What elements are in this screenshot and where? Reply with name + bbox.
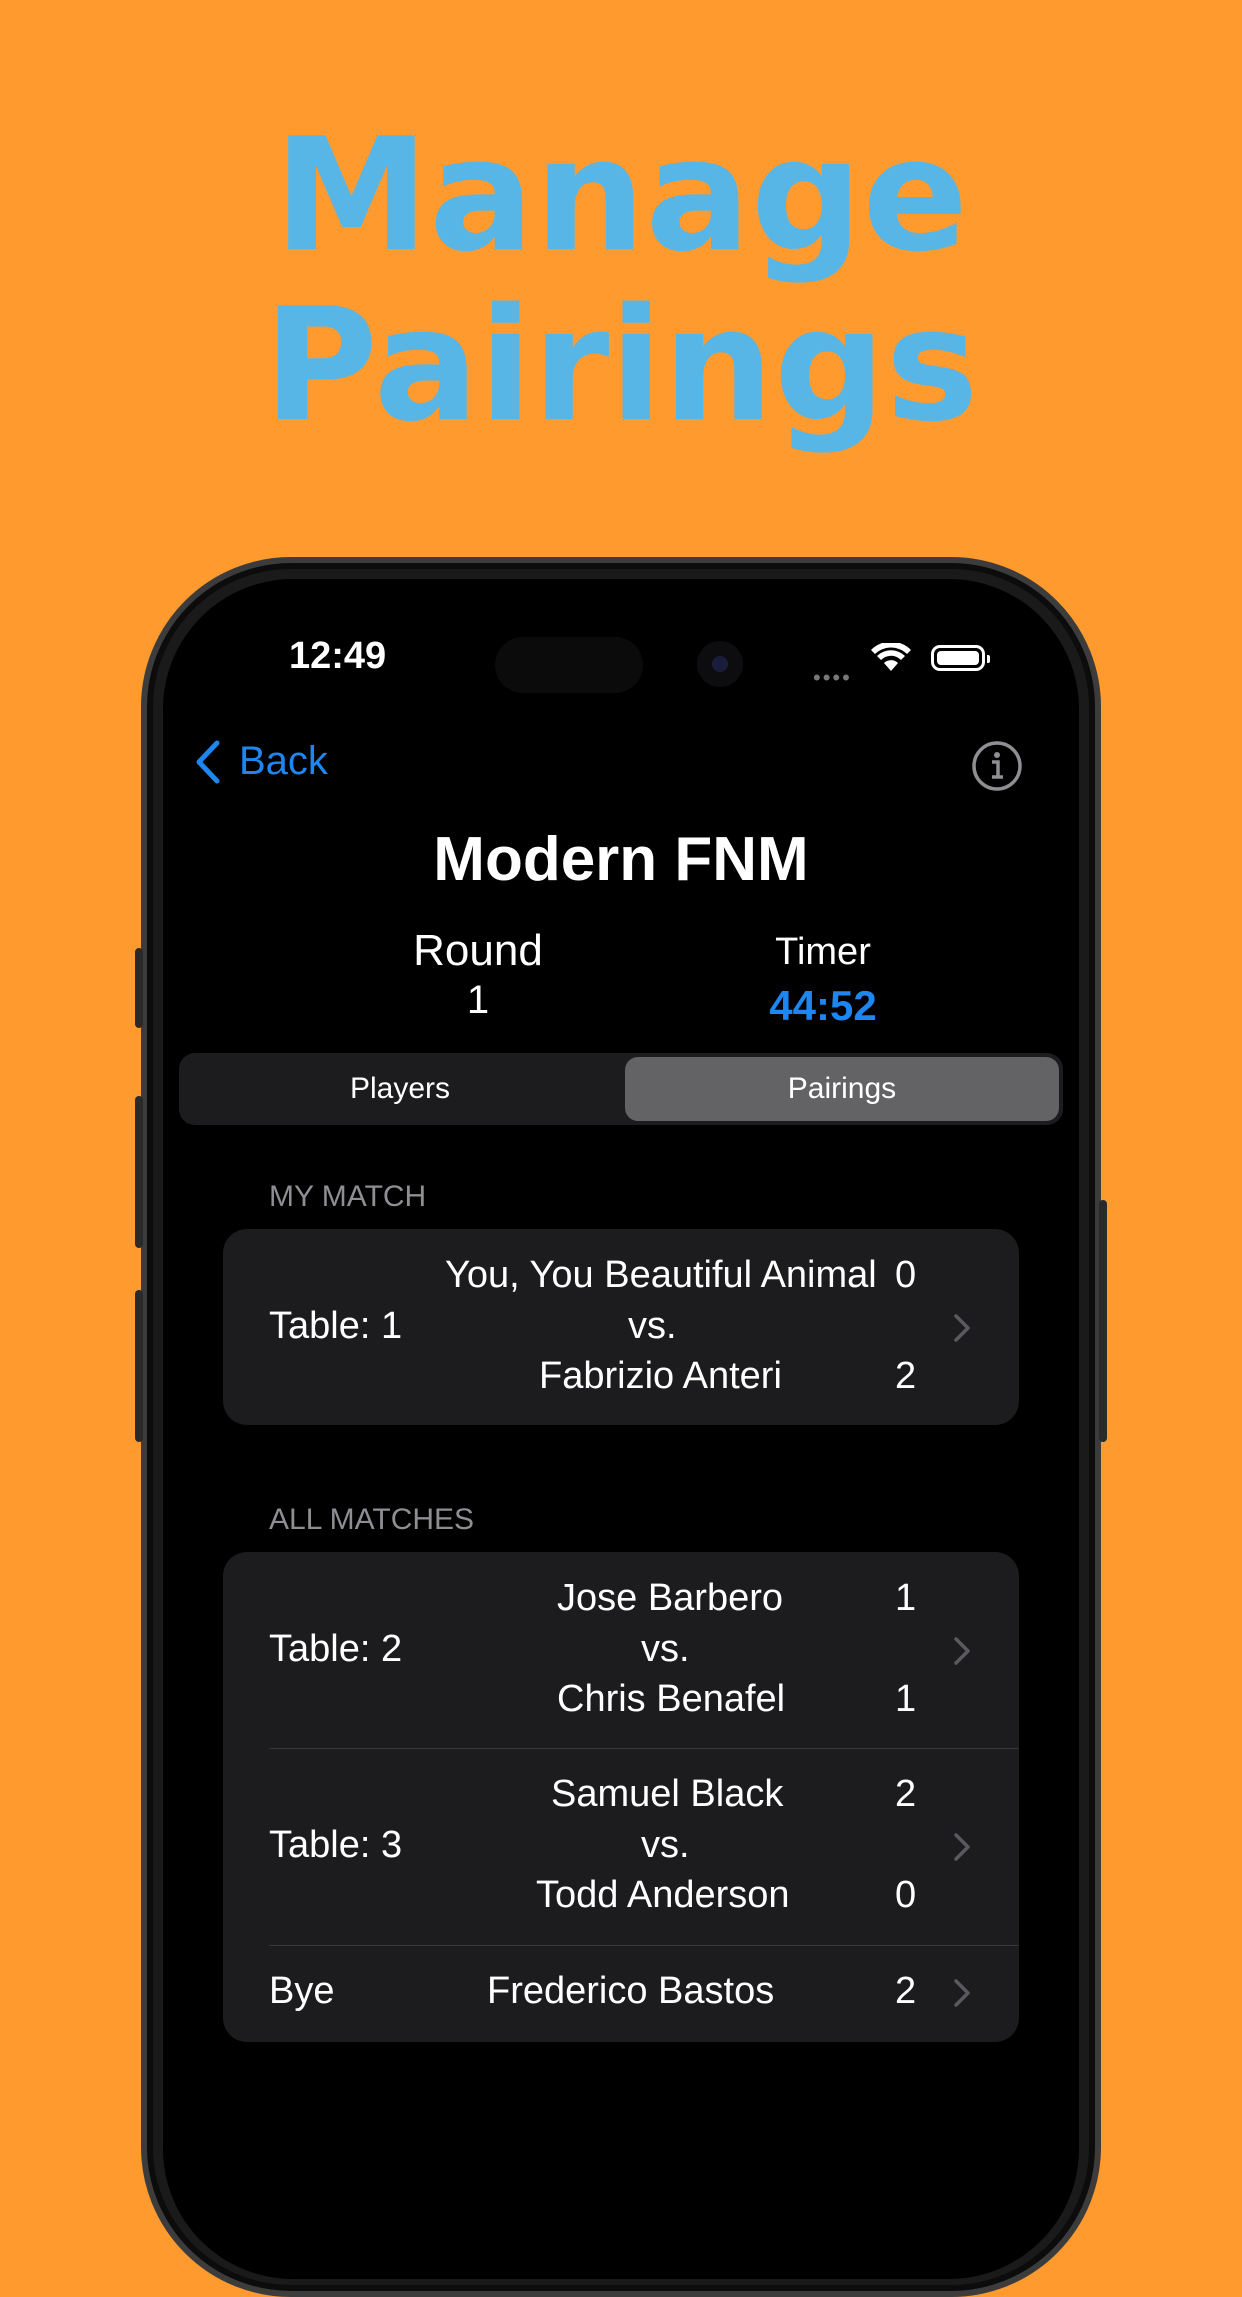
tab-pairings[interactable]: Pairings — [625, 1057, 1059, 1121]
bye-label: Bye — [269, 1970, 335, 2012]
player1-score: 2 — [895, 1773, 917, 1815]
bye-row[interactable]: Bye Frederico Bastos 2 — [223, 1946, 1019, 2042]
phone-volume-down-button — [135, 1290, 143, 1442]
match-row-table-3[interactable]: Table: 3 Samuel Black 2 vs. Todd Anderso… — [223, 1749, 1019, 1945]
timer-label: Timer — [775, 931, 871, 973]
all-matches-card: Table: 2 Jose Barbero 1 vs. Chris Benafe… — [223, 1552, 1019, 2042]
my-match-row[interactable]: Table: 1 You, You Beautiful Animal 0 vs.… — [223, 1229, 1019, 1425]
bye-player-name: Frederico Bastos — [487, 1970, 775, 2012]
status-time: 12:49 — [289, 635, 387, 677]
player2-name: Todd Anderson — [536, 1874, 790, 1916]
back-button[interactable]: Back — [195, 739, 328, 784]
headline-line-2: Pairings — [263, 274, 979, 456]
all-matches-header: ALL MATCHES — [269, 1503, 475, 1536]
back-label: Back — [239, 739, 328, 783]
player1-score: 1 — [895, 1577, 917, 1619]
table-label: Table: 3 — [269, 1824, 403, 1866]
event-title: Modern FNM — [433, 825, 809, 894]
info-icon[interactable] — [971, 740, 1023, 792]
dynamic-island — [495, 637, 643, 693]
headline-line-1: Manage — [273, 104, 969, 286]
phone-action-button — [135, 948, 143, 1028]
battery-icon — [931, 645, 990, 671]
chevron-right-icon — [954, 1979, 970, 2007]
chevron-left-icon — [196, 740, 220, 783]
vs-label: vs. — [628, 1305, 677, 1347]
player1-name: Samuel Black — [551, 1773, 784, 1815]
headline: Manage Pairings — [0, 110, 1242, 450]
player1-name: Jose Barbero — [557, 1577, 784, 1619]
table-label: Table: 2 — [269, 1628, 403, 1670]
player1-name: You, You Beautiful Animal — [445, 1254, 877, 1296]
round-value: 1 — [466, 978, 490, 1022]
player2-name: Chris Benafel — [557, 1678, 786, 1720]
my-match-header: MY MATCH — [269, 1180, 427, 1213]
match-row-table-2[interactable]: Table: 2 Jose Barbero 1 vs. Chris Benafe… — [223, 1552, 1019, 1748]
phone-screen: 12:49 •••• Back Modern FNM Round 1 Timer… — [163, 579, 1079, 2279]
vs-label: vs. — [641, 1628, 690, 1670]
phone-power-button — [1099, 1200, 1107, 1442]
round-stat: Round 1 — [378, 926, 578, 1023]
vs-label: vs. — [641, 1824, 690, 1866]
chevron-right-icon — [954, 1833, 970, 1861]
tab-players[interactable]: Players — [183, 1057, 617, 1121]
round-label: Round — [413, 926, 543, 975]
phone-volume-up-button — [135, 1096, 143, 1248]
table-label: Table: 1 — [269, 1305, 403, 1347]
player2-score: 2 — [895, 1355, 917, 1397]
view-segmented-control[interactable]: Players Pairings — [179, 1053, 1063, 1125]
chevron-right-icon — [954, 1314, 970, 1342]
wifi-icon — [871, 643, 911, 671]
timer-stat[interactable]: Timer 44:52 — [723, 931, 923, 1030]
my-match-card: Table: 1 You, You Beautiful Animal 0 vs.… — [223, 1229, 1019, 1425]
player1-score: 0 — [895, 1254, 917, 1296]
player2-score: 1 — [895, 1678, 917, 1720]
bye-score: 2 — [895, 1970, 917, 2012]
camera-icon — [697, 641, 743, 687]
player2-score: 0 — [895, 1874, 917, 1916]
timer-value[interactable]: 44:52 — [723, 982, 923, 1030]
player2-name: Fabrizio Anteri — [539, 1355, 782, 1397]
chevron-right-icon — [954, 1637, 970, 1665]
cellular-signal-icon: •••• — [813, 665, 852, 690]
